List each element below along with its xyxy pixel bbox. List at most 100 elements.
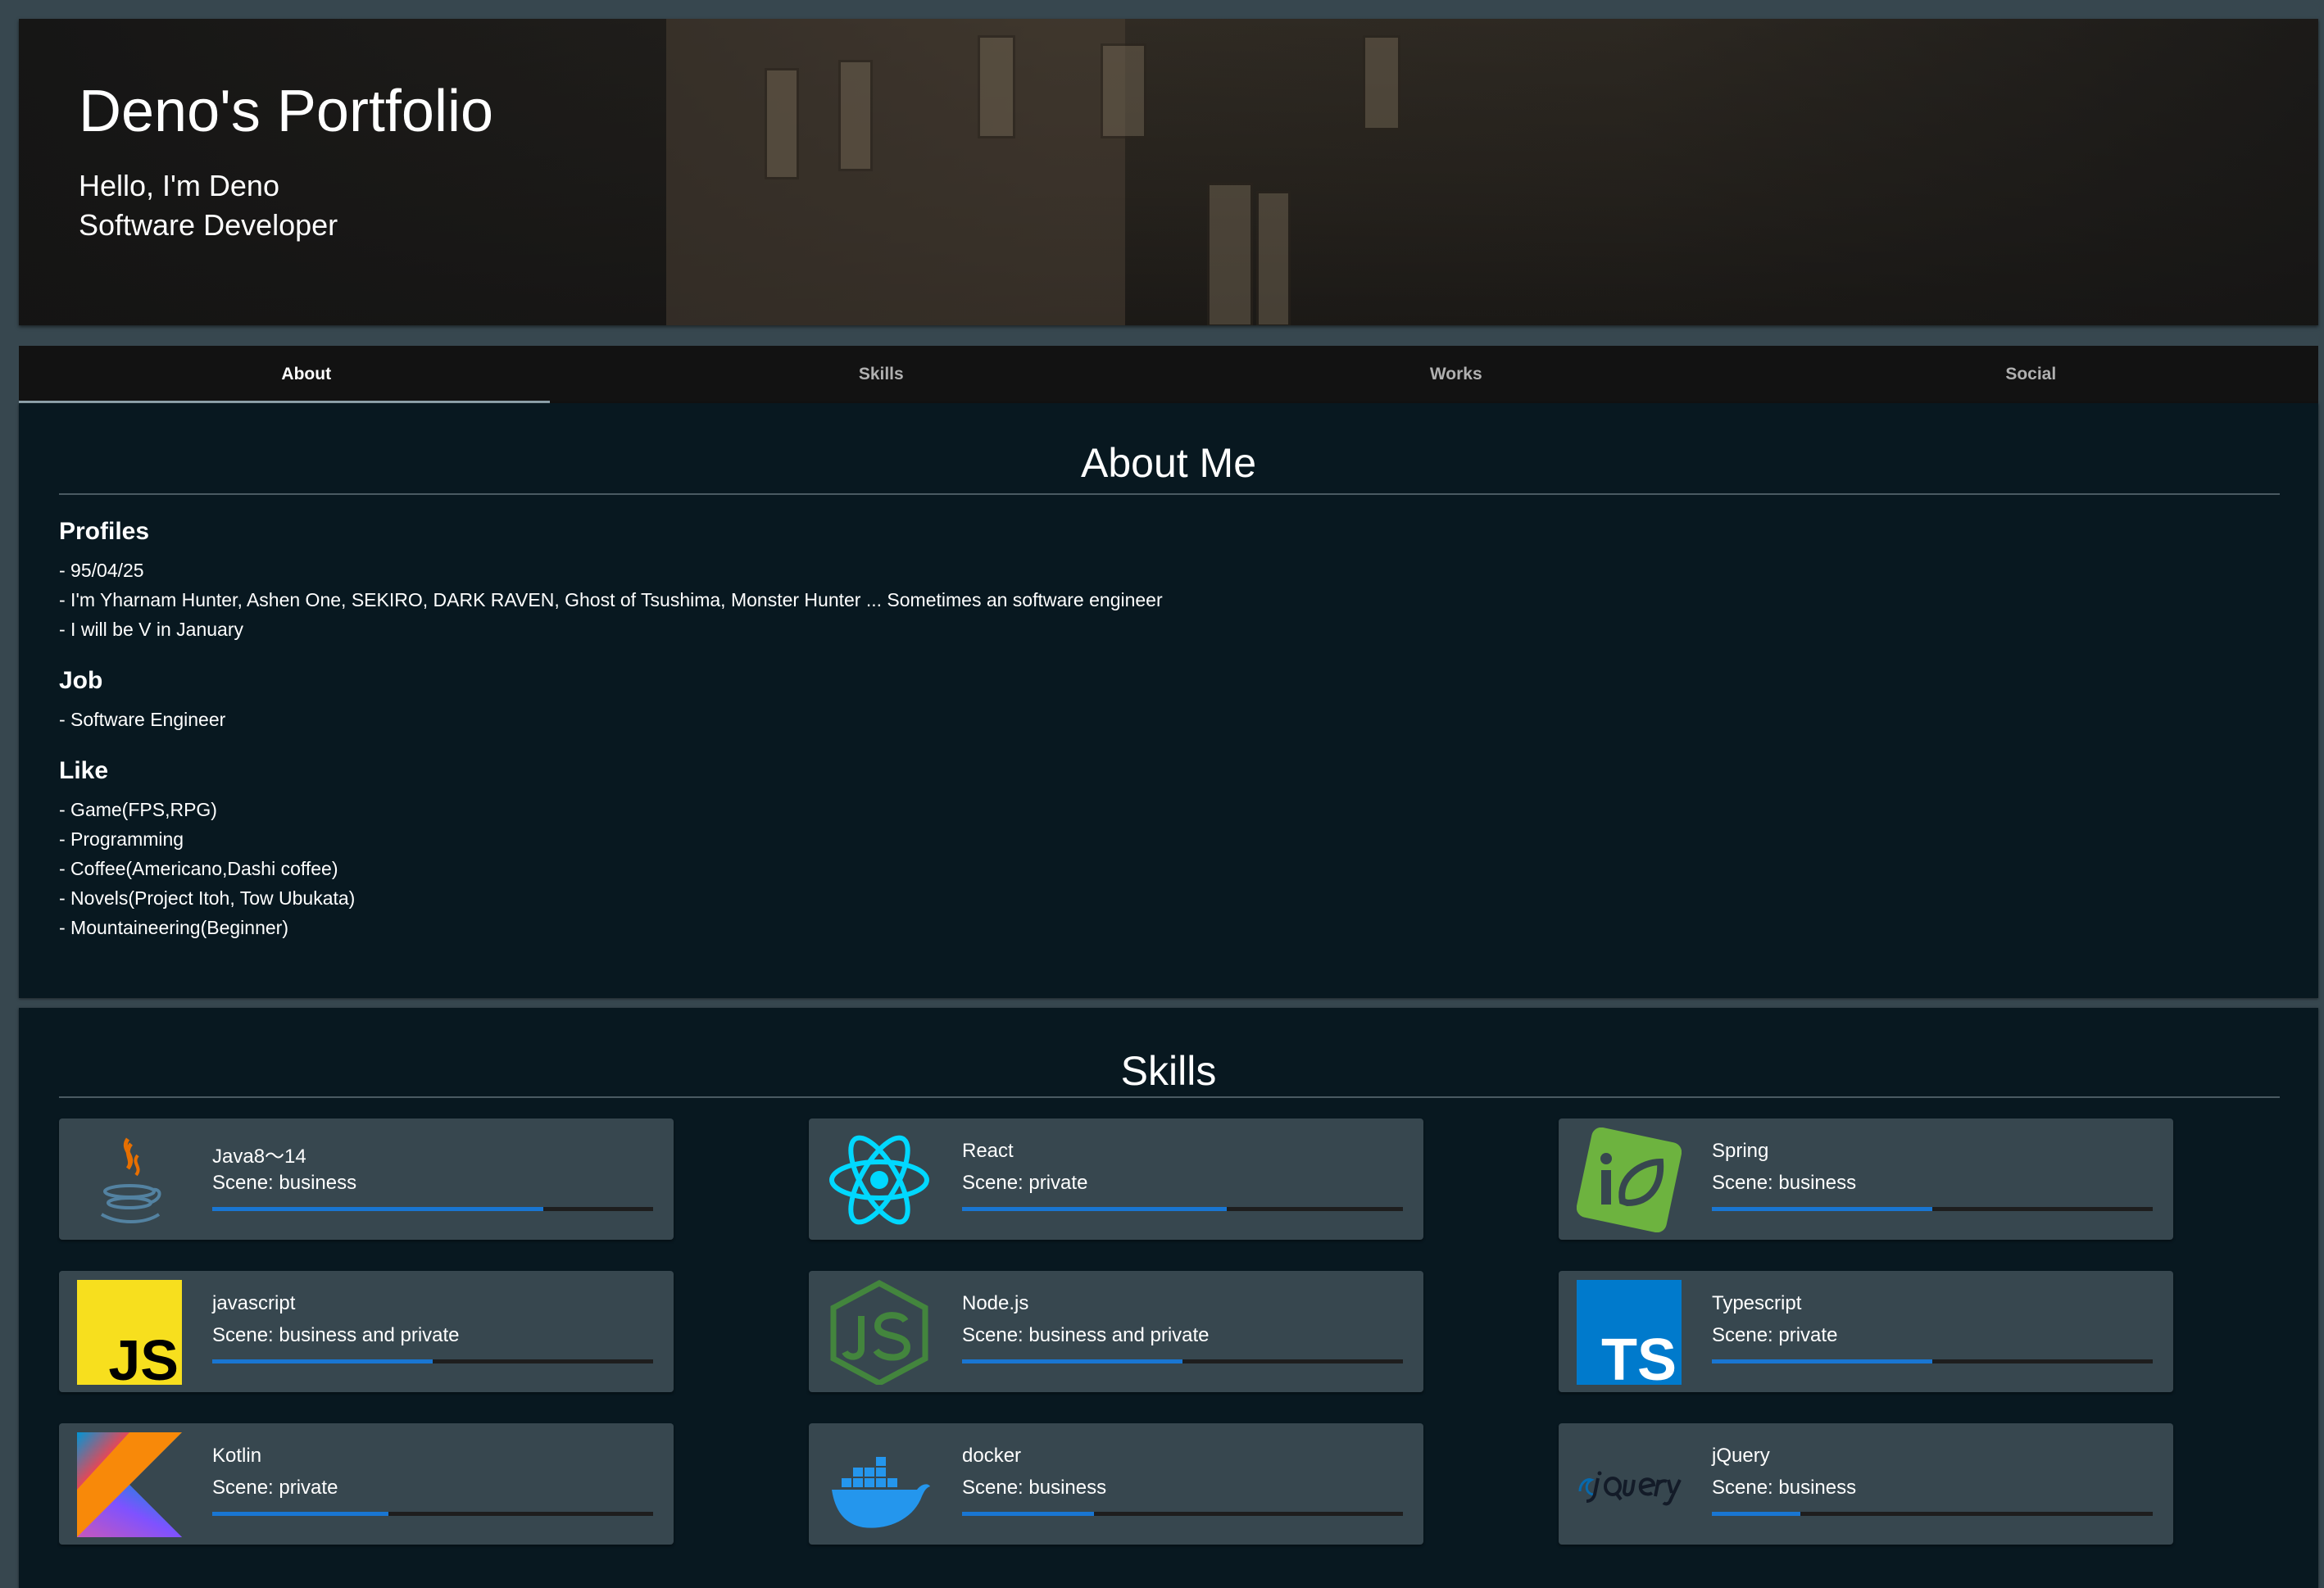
tab-social[interactable]: Social bbox=[1744, 346, 2319, 403]
typescript-icon: TS bbox=[1577, 1280, 1682, 1393]
header-subtitle: Hello, I'm Deno Software Developer bbox=[79, 166, 338, 245]
job-item: - Software Engineer bbox=[59, 709, 226, 730]
background-window bbox=[838, 60, 873, 171]
docker-icon bbox=[827, 1432, 932, 1537]
tab-skills[interactable]: Skills bbox=[594, 346, 1169, 403]
skill-progress-bar bbox=[212, 1359, 653, 1363]
skill-name: docker bbox=[962, 1445, 1022, 1467]
skill-card-java[interactable]: Java8～14 Scene: business bbox=[59, 1118, 674, 1240]
background-window bbox=[1363, 35, 1400, 130]
about-title: About Me bbox=[1080, 440, 1256, 486]
about-content: Profiles - 95/04/25 - I'm Yharnam Hunter… bbox=[59, 518, 1163, 965]
page-title: Deno's Portfolio bbox=[79, 79, 494, 144]
skill-card-kotlin[interactable]: Kotlin Scene: private bbox=[59, 1423, 674, 1545]
skill-progress-fill bbox=[212, 1207, 543, 1211]
profile-item: - I will be V in January bbox=[59, 619, 243, 640]
kotlin-icon bbox=[77, 1432, 182, 1537]
skill-progress-bar bbox=[962, 1512, 1403, 1516]
skill-card-typescript[interactable]: TS Typescript Scene: private bbox=[1559, 1271, 2173, 1393]
skill-scene: Scene: business bbox=[1712, 1172, 1857, 1194]
skills-title: Skills bbox=[1120, 1048, 1217, 1094]
skill-progress-fill bbox=[962, 1207, 1227, 1211]
skill-progress-bar bbox=[1712, 1359, 2153, 1363]
tab-bar: About Skills Works Social bbox=[19, 346, 2318, 403]
skill-progress-fill bbox=[1712, 1512, 1800, 1516]
skill-progress-bar bbox=[212, 1512, 653, 1516]
skill-scene: Scene: business bbox=[1712, 1477, 1857, 1499]
skill-name: javascript bbox=[212, 1292, 296, 1314]
background-window bbox=[765, 68, 799, 179]
like-item: - Programming bbox=[59, 828, 184, 850]
profiles-group: Profiles - 95/04/25 - I'm Yharnam Hunter… bbox=[59, 518, 1163, 644]
skill-scene: Scene: business and private bbox=[962, 1324, 1210, 1346]
like-item: - Mountaineering(Beginner) bbox=[59, 917, 288, 938]
tab-label: Skills bbox=[858, 365, 904, 383]
tab-label: About bbox=[281, 365, 332, 383]
header-background-image bbox=[19, 19, 2318, 325]
tab-works[interactable]: Works bbox=[1169, 346, 1744, 403]
skill-progress-fill bbox=[1712, 1207, 1932, 1211]
skill-progress-bar bbox=[962, 1359, 1403, 1363]
skill-progress-fill bbox=[962, 1359, 1182, 1363]
like-heading: Like bbox=[59, 757, 109, 784]
like-group: Like - Game(FPS,RPG) - Programming - Cof… bbox=[59, 757, 1163, 942]
javascript-icon: JS bbox=[77, 1280, 182, 1392]
background-window bbox=[1101, 43, 1146, 138]
skill-card-jquery[interactable]: jQuery Scene: business bbox=[1559, 1423, 2173, 1545]
job-heading: Job bbox=[59, 667, 103, 694]
skill-progress-bar bbox=[212, 1207, 653, 1211]
typescript-icon-text: TS bbox=[1601, 1327, 1677, 1385]
section-divider bbox=[59, 493, 2280, 495]
tab-about[interactable]: About bbox=[19, 346, 594, 403]
about-section: About Me Profiles - 95/04/25 - I'm Yharn… bbox=[19, 403, 2318, 998]
skill-progress-fill bbox=[212, 1359, 433, 1363]
skill-name: Typescript bbox=[1712, 1292, 1802, 1314]
skills-section: Skills Java8～14 Scene: business React Sc… bbox=[19, 1008, 2318, 1588]
nodejs-icon bbox=[827, 1280, 932, 1386]
react-icon bbox=[827, 1127, 932, 1232]
profile-item: - I'm Yharnam Hunter, Ashen One, SEKIRO,… bbox=[59, 589, 1163, 610]
greeting-text: Hello, I'm Deno bbox=[79, 169, 279, 202]
skill-card-react[interactable]: React Scene: private bbox=[809, 1118, 1423, 1240]
skill-progress-fill bbox=[1712, 1359, 1932, 1363]
background-building bbox=[666, 19, 1125, 325]
javascript-icon-text: JS bbox=[108, 1328, 179, 1385]
background-window bbox=[1207, 183, 1253, 325]
skill-name: React bbox=[962, 1140, 1014, 1162]
skill-card-javascript[interactable]: JS javascript Scene: business and privat… bbox=[59, 1271, 674, 1392]
skill-progress-bar bbox=[1712, 1512, 2153, 1516]
skill-progress-bar bbox=[962, 1207, 1403, 1211]
skill-progress-fill bbox=[962, 1512, 1095, 1516]
tab-label: Social bbox=[2005, 365, 2057, 383]
section-divider bbox=[59, 1096, 2280, 1098]
background-window bbox=[978, 35, 1015, 138]
skill-name: Spring bbox=[1712, 1140, 1769, 1162]
job-group: Job - Software Engineer bbox=[59, 667, 1163, 734]
skill-card-spring[interactable]: Spring Scene: business bbox=[1559, 1118, 2173, 1240]
java-icon bbox=[77, 1127, 182, 1232]
tab-label: Works bbox=[1429, 365, 1482, 383]
role-text: Software Developer bbox=[79, 208, 338, 242]
profile-item: - 95/04/25 bbox=[59, 560, 144, 581]
like-item: - Game(FPS,RPG) bbox=[59, 799, 217, 820]
spring-icon bbox=[1576, 1127, 1682, 1233]
skill-name: Java8～14 bbox=[212, 1146, 306, 1168]
header-banner: Deno's Portfolio Hello, I'm Deno Softwar… bbox=[19, 19, 2318, 325]
skill-scene: Scene: private bbox=[962, 1172, 1088, 1194]
skill-scene: Scene: business bbox=[212, 1172, 357, 1194]
like-item: - Novels(Project Itoh, Tow Ubukata) bbox=[59, 887, 356, 909]
like-item: - Coffee(Americano,Dashi coffee) bbox=[59, 858, 338, 879]
skill-name: jQuery bbox=[1712, 1445, 1770, 1467]
jquery-icon bbox=[1577, 1432, 1682, 1537]
profiles-heading: Profiles bbox=[59, 518, 150, 545]
skill-scene: Scene: private bbox=[1712, 1324, 1838, 1346]
skill-scene: Scene: business bbox=[962, 1477, 1107, 1499]
skill-progress-fill bbox=[212, 1512, 389, 1516]
skill-card-nodejs[interactable]: Node.js Scene: business and private bbox=[809, 1271, 1423, 1392]
background-window bbox=[1256, 191, 1291, 325]
skill-name: Node.js bbox=[962, 1292, 1029, 1314]
skill-name: Kotlin bbox=[212, 1445, 262, 1467]
skill-card-docker[interactable]: docker Scene: business bbox=[809, 1423, 1423, 1545]
skill-scene: Scene: business and private bbox=[212, 1324, 460, 1346]
skill-progress-bar bbox=[1712, 1207, 2153, 1211]
